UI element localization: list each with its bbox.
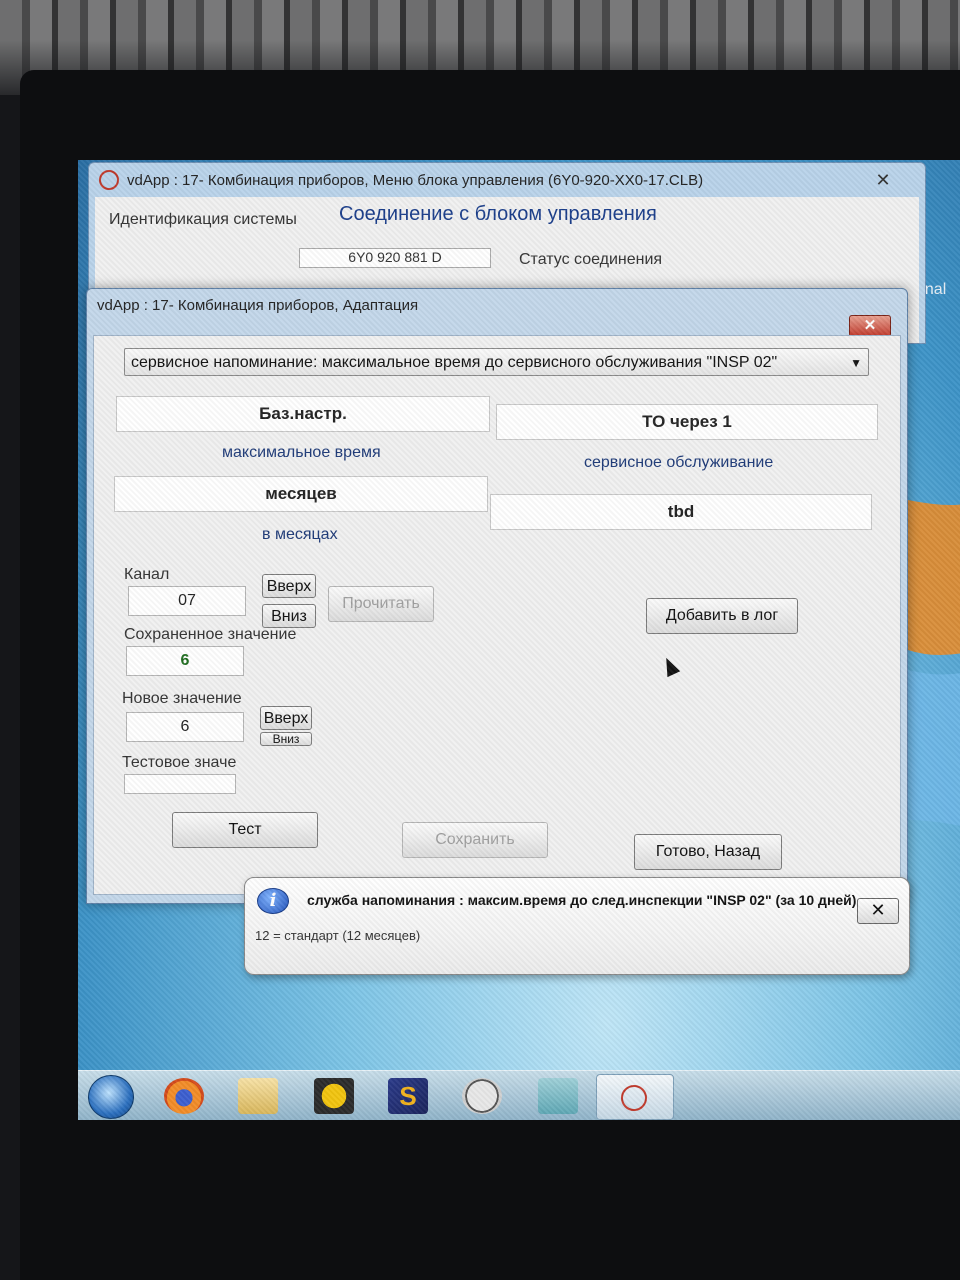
value-caption-3: в месяцах — [262, 526, 338, 543]
chevron-down-icon[interactable]: ▼ — [850, 349, 862, 377]
folder-icon[interactable] — [238, 1078, 278, 1114]
firefox-icon[interactable] — [164, 1078, 204, 1114]
tooltip-title: служба напоминания : максим.время до сле… — [307, 892, 857, 908]
batch-icon[interactable] — [314, 1078, 354, 1114]
vdapp-icon — [99, 170, 119, 190]
adaptation-dialog: vdApp : 17- Комбинация приборов, Адаптац… — [86, 288, 910, 975]
dialog-client: сервисное напоминание: максимальное врем… — [93, 335, 901, 895]
dialog-close-button[interactable]: ✕ — [849, 315, 891, 337]
tooltip-text: 12 = стандарт (12 месяцев) — [255, 928, 421, 943]
channel-select[interactable]: сервисное напоминание: максимальное врем… — [124, 348, 869, 376]
connection-title: Соединение с блоком управления — [339, 203, 657, 225]
test-button[interactable]: Тест — [172, 812, 318, 848]
connection-status-label: Статус соединения — [519, 251, 663, 268]
value-caption-1: максимальное время — [222, 444, 381, 461]
taskbar: S — [78, 1070, 960, 1120]
channel-select-value: сервисное напоминание: максимальное врем… — [131, 354, 778, 371]
channel-label: Канал — [124, 566, 170, 583]
vdapp-icon[interactable] — [596, 1074, 674, 1120]
tooltip-close-button[interactable]: ✕ — [857, 898, 899, 924]
dialog-titlebar: vdApp : 17- Комбинация приборов, Адаптац… — [87, 289, 907, 321]
channel-up-button[interactable]: Вверх — [262, 574, 316, 598]
saved-value-field: 6 — [126, 646, 244, 676]
new-value-input[interactable]: 6 — [126, 712, 244, 742]
lock-icon[interactable] — [462, 1078, 502, 1114]
info-icon: i — [257, 888, 289, 914]
dialog-title: vdApp : 17- Комбинация приборов, Адаптац… — [97, 296, 419, 314]
new-value-down-button[interactable]: Вниз — [260, 732, 312, 746]
channel-input[interactable]: 07 — [128, 586, 246, 616]
new-value-up-button[interactable]: Вверх — [260, 706, 312, 730]
system-id-label: Идентификация системы — [109, 211, 297, 228]
value-box-4: tbd — [490, 494, 872, 530]
done-back-button[interactable]: Готово, Назад — [634, 834, 782, 870]
add-to-log-button[interactable]: Добавить в лог — [646, 598, 798, 634]
value-box-2: ТО через 1 — [496, 404, 878, 440]
value-caption-2: сервисное обслуживание — [584, 454, 774, 471]
close-button[interactable]: ✕ — [861, 170, 905, 190]
sublime-icon[interactable]: S — [388, 1078, 428, 1114]
read-button[interactable]: Прочитать — [328, 586, 434, 622]
window-title: vdApp : 17- Комбинация приборов, Меню бл… — [127, 171, 704, 189]
save-button[interactable]: Сохранить — [402, 822, 548, 858]
screen: 2 onal vdApp : 17- Комбинация приборов, … — [78, 160, 960, 1120]
new-value-label: Новое значение — [122, 690, 242, 707]
app-icon[interactable] — [538, 1078, 578, 1114]
value-box-3: месяцев — [114, 476, 488, 512]
part-number-field: 6Y0 920 881 D — [299, 248, 491, 268]
info-tooltip: i служба напоминания : максим.время до с… — [244, 877, 910, 975]
start-icon[interactable] — [88, 1075, 134, 1119]
test-value-label: Тестовое значе — [122, 754, 237, 771]
test-value-field[interactable] — [124, 774, 236, 794]
titlebar: vdApp : 17- Комбинация приборов, Меню бл… — [89, 163, 925, 197]
channel-down-button[interactable]: Вниз — [262, 604, 316, 628]
value-box-1: Баз.настр. — [116, 396, 490, 432]
saved-value-label: Сохраненное значение — [124, 626, 297, 643]
